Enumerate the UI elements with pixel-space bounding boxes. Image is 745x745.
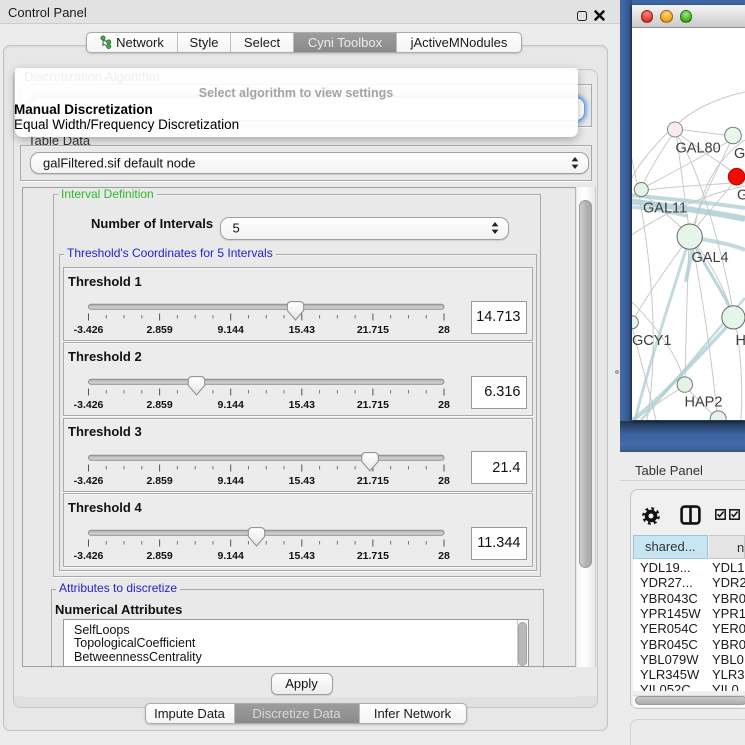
svg-text:GA: GA <box>734 146 745 162</box>
svg-text:2.859: 2.859 <box>146 475 172 487</box>
svg-text:GCY1: GCY1 <box>632 333 672 349</box>
svg-text:21.715: 21.715 <box>356 550 388 562</box>
svg-text:28: 28 <box>438 550 450 562</box>
svg-text:28: 28 <box>438 399 450 411</box>
svg-text:2.859: 2.859 <box>146 399 172 411</box>
svg-text:-3.426: -3.426 <box>73 475 103 487</box>
svg-text:HAP2: HAP2 <box>685 395 723 411</box>
svg-text:15.43: 15.43 <box>288 324 314 336</box>
svg-text:28: 28 <box>438 475 450 487</box>
svg-text:G: G <box>737 188 745 204</box>
svg-text:9.144: 9.144 <box>217 399 243 411</box>
svg-text:21.715: 21.715 <box>356 475 388 487</box>
svg-text:9.144: 9.144 <box>217 324 243 336</box>
svg-text:-3.426: -3.426 <box>73 550 103 562</box>
svg-text:15.43: 15.43 <box>288 550 314 562</box>
svg-text:9.144: 9.144 <box>217 550 243 562</box>
svg-text:-3.426: -3.426 <box>73 324 103 336</box>
svg-text:15.43: 15.43 <box>288 399 314 411</box>
svg-text:-3.426: -3.426 <box>73 399 103 411</box>
svg-text:2.859: 2.859 <box>146 550 172 562</box>
svg-text:28: 28 <box>438 324 450 336</box>
svg-text:H: H <box>736 333 745 349</box>
svg-text:21.715: 21.715 <box>356 324 388 336</box>
svg-text:GAL80: GAL80 <box>676 141 721 157</box>
svg-text:21.715: 21.715 <box>356 399 388 411</box>
svg-text:2.859: 2.859 <box>146 324 172 336</box>
svg-text:GAL11: GAL11 <box>643 201 687 217</box>
svg-text:GAL4: GAL4 <box>692 250 729 266</box>
svg-text:9.144: 9.144 <box>217 475 243 487</box>
svg-text:15.43: 15.43 <box>288 475 314 487</box>
